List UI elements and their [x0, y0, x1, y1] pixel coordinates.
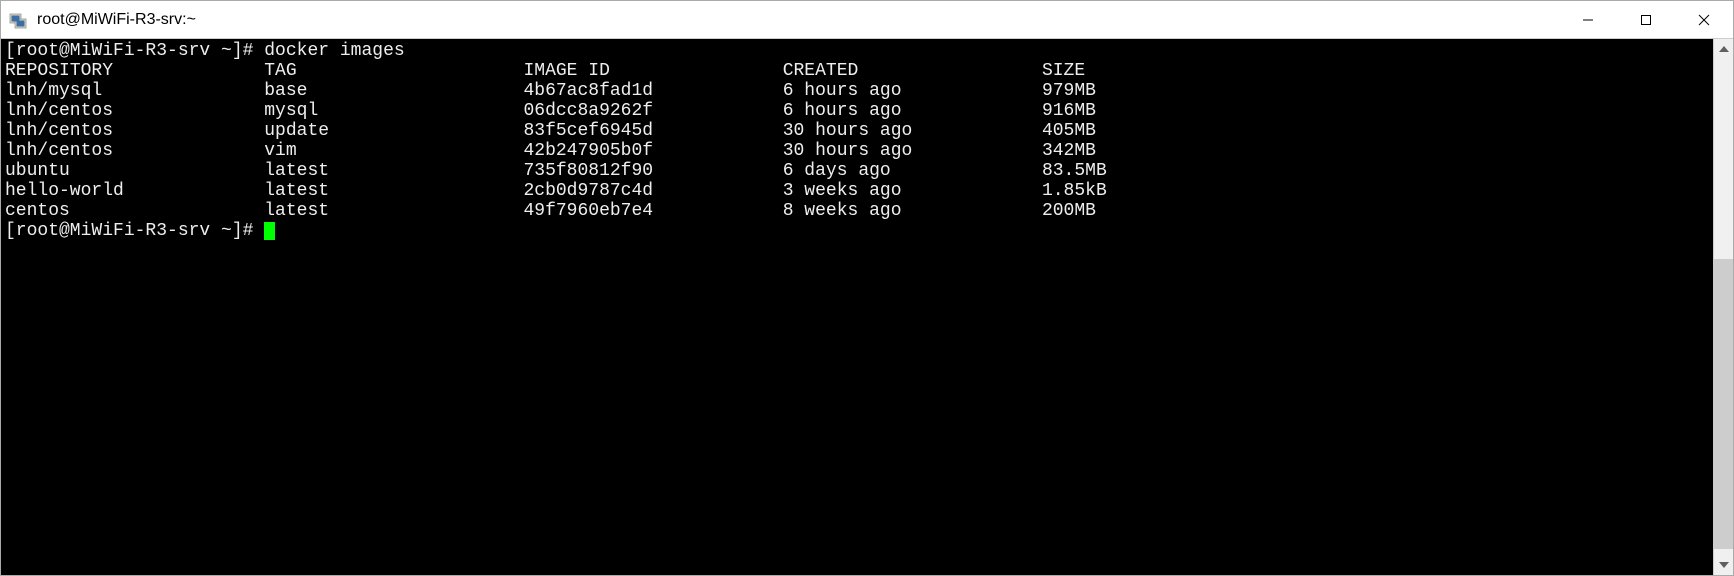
- terminal-area: [root@MiWiFi-R3-srv ~]# docker imagesREP…: [1, 39, 1733, 575]
- cell-repository: lnh/centos: [5, 101, 264, 121]
- cell-repository: hello-world: [5, 181, 264, 201]
- window-title: root@MiWiFi-R3-srv:~: [37, 11, 196, 29]
- table-row: lnh/mysqlbase4b67ac8fad1d6 hours ago979M…: [5, 81, 1709, 101]
- cell-created: 30 hours ago: [783, 141, 1042, 161]
- header-repository: REPOSITORY: [5, 61, 264, 81]
- header-created: CREATED: [783, 61, 1042, 81]
- cell-repository: lnh/mysql: [5, 81, 264, 101]
- cell-created: 30 hours ago: [783, 121, 1042, 141]
- title-bar: root@MiWiFi-R3-srv:~: [1, 1, 1733, 39]
- cell-size: 1.85kB: [1042, 181, 1107, 201]
- cell-size: 979MB: [1042, 81, 1096, 101]
- cell-size: 200MB: [1042, 201, 1096, 221]
- header-size: SIZE: [1042, 61, 1085, 81]
- cell-tag: latest: [264, 161, 523, 181]
- table-row: ubuntulatest735f80812f906 days ago83.5MB: [5, 161, 1709, 181]
- table-row: lnh/centosvim42b247905b0f30 hours ago342…: [5, 141, 1709, 161]
- cell-image-id: 2cb0d9787c4d: [523, 181, 782, 201]
- minimize-button[interactable]: [1559, 1, 1617, 38]
- cell-created: 6 days ago: [783, 161, 1042, 181]
- app-icon: [9, 10, 29, 30]
- scroll-down-icon[interactable]: [1714, 555, 1733, 575]
- cell-tag: update: [264, 121, 523, 141]
- cell-image-id: 83f5cef6945d: [523, 121, 782, 141]
- cell-tag: mysql: [264, 101, 523, 121]
- cell-image-id: 4b67ac8fad1d: [523, 81, 782, 101]
- scroll-up-icon[interactable]: [1714, 39, 1733, 59]
- scroll-thumb[interactable]: [1714, 259, 1733, 549]
- header-tag: TAG: [264, 61, 523, 81]
- prompt: [root@MiWiFi-R3-srv ~]#: [5, 41, 264, 61]
- cell-created: 8 weeks ago: [783, 201, 1042, 221]
- cell-size: 405MB: [1042, 121, 1096, 141]
- cell-tag: base: [264, 81, 523, 101]
- title-bar-controls: [1559, 1, 1733, 38]
- table-row: hello-worldlatest2cb0d9787c4d3 weeks ago…: [5, 181, 1709, 201]
- terminal-output[interactable]: [root@MiWiFi-R3-srv ~]# docker imagesREP…: [1, 39, 1713, 575]
- cell-repository: lnh/centos: [5, 121, 264, 141]
- cursor: [264, 222, 275, 240]
- cell-image-id: 735f80812f90: [523, 161, 782, 181]
- scrollbar[interactable]: [1713, 39, 1733, 575]
- table-header: REPOSITORYTAGIMAGE IDCREATEDSIZE: [5, 61, 1709, 81]
- cell-repository: ubuntu: [5, 161, 264, 181]
- cell-image-id: 49f7960eb7e4: [523, 201, 782, 221]
- cell-created: 6 hours ago: [783, 101, 1042, 121]
- table-row: lnh/centosmysql06dcc8a9262f6 hours ago91…: [5, 101, 1709, 121]
- header-image-id: IMAGE ID: [523, 61, 782, 81]
- table-row: lnh/centosupdate83f5cef6945d30 hours ago…: [5, 121, 1709, 141]
- cell-size: 342MB: [1042, 141, 1096, 161]
- cell-image-id: 06dcc8a9262f: [523, 101, 782, 121]
- cell-created: 3 weeks ago: [783, 181, 1042, 201]
- cell-tag: latest: [264, 201, 523, 221]
- close-button[interactable]: [1675, 1, 1733, 38]
- maximize-button[interactable]: [1617, 1, 1675, 38]
- terminal-window: root@MiWiFi-R3-srv:~ [root@MiWiFi-R3-srv…: [0, 0, 1734, 576]
- cell-size: 916MB: [1042, 101, 1096, 121]
- table-row: centoslatest49f7960eb7e48 weeks ago200MB: [5, 201, 1709, 221]
- cell-created: 6 hours ago: [783, 81, 1042, 101]
- cell-repository: centos: [5, 201, 264, 221]
- cell-tag: latest: [264, 181, 523, 201]
- cell-tag: vim: [264, 141, 523, 161]
- prompt: [root@MiWiFi-R3-srv ~]#: [5, 221, 264, 241]
- cell-repository: lnh/centos: [5, 141, 264, 161]
- cell-image-id: 42b247905b0f: [523, 141, 782, 161]
- command: docker images: [264, 41, 404, 61]
- cell-size: 83.5MB: [1042, 161, 1107, 181]
- title-bar-left: root@MiWiFi-R3-srv:~: [1, 10, 1559, 30]
